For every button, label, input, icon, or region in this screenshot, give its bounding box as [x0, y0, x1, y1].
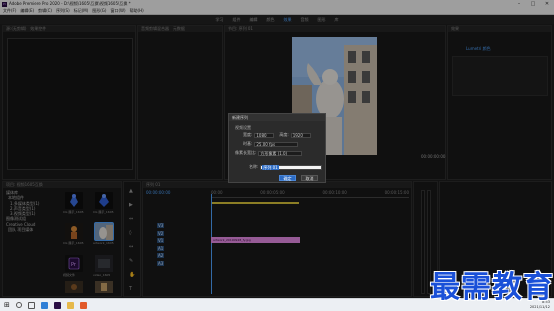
- edge-icon[interactable]: [40, 301, 48, 309]
- pixel-aspect-select[interactable]: 方形像素 (1.0): [258, 150, 303, 156]
- cancel-button[interactable]: 取消: [301, 175, 318, 181]
- premiere-taskbar-icon[interactable]: [53, 301, 61, 309]
- dialog-title: 新建序列: [229, 114, 325, 121]
- height-label: 高度:: [279, 132, 289, 137]
- media-player-icon[interactable]: [79, 301, 87, 309]
- new-sequence-dialog: 新建序列 视频设置 宽度: 1080 高度: 1920 时基: 25.00 fp…: [228, 113, 326, 183]
- task-view-icon[interactable]: [27, 301, 35, 309]
- search-icon[interactable]: [15, 302, 22, 308]
- sequence-name-selection: 序列 01: [262, 164, 279, 170]
- pixel-aspect-label: 像素长宽比:: [235, 150, 257, 155]
- dialog-section-label: 视频设置: [235, 125, 251, 130]
- width-label: 宽度:: [243, 132, 253, 137]
- watermark-logo: 最需教育: [430, 270, 554, 305]
- windows-start-icon[interactable]: ⊞: [4, 301, 10, 309]
- height-field[interactable]: 1920: [290, 132, 311, 138]
- width-field[interactable]: 1080: [254, 132, 275, 138]
- sequence-name-input[interactable]: 序列 01: [260, 164, 323, 170]
- explorer-icon[interactable]: [66, 301, 74, 309]
- ok-button[interactable]: 确定: [279, 175, 296, 181]
- sequence-name-label: 名称:: [249, 164, 259, 169]
- timebase-select[interactable]: 25.00 fps: [254, 141, 299, 147]
- timebase-label: 时基:: [243, 141, 253, 146]
